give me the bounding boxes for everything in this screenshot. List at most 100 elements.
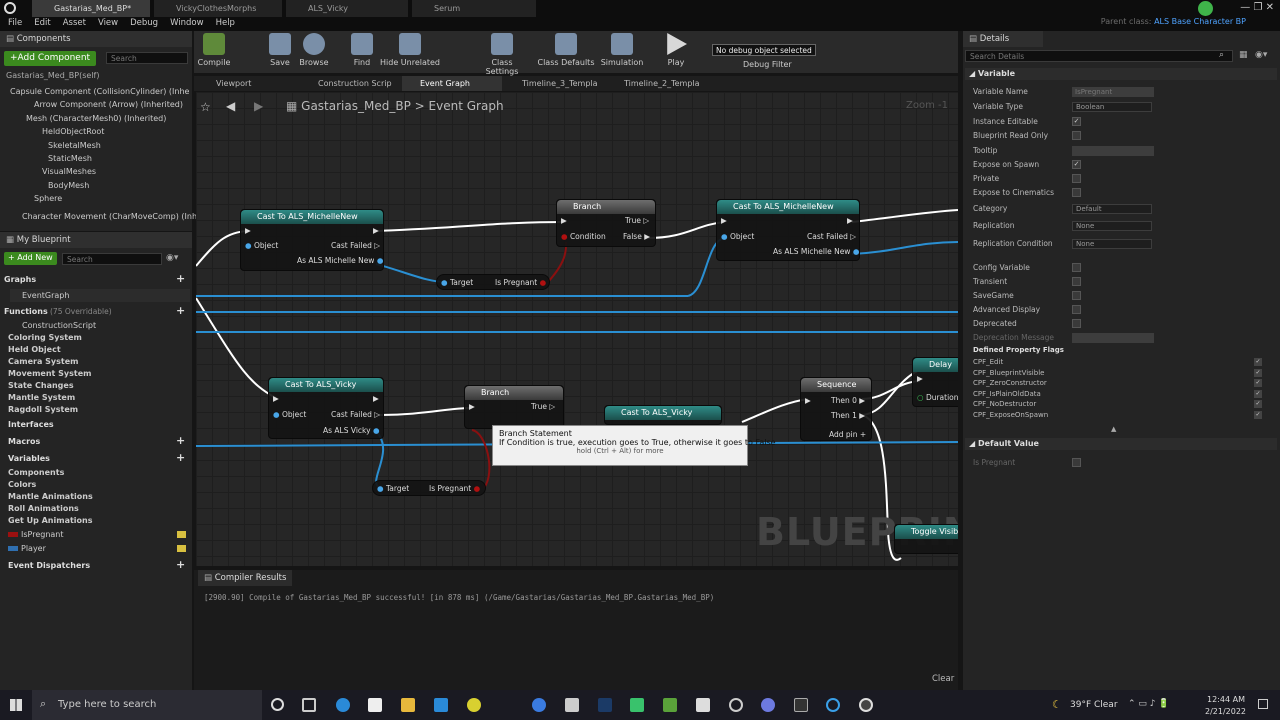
as-michelle-pin[interactable]: As ALS Michelle New ● [773, 247, 859, 256]
component-search-input[interactable]: Search [106, 52, 188, 64]
is-pregnant-pin[interactable]: Is Pregnant ● [429, 484, 480, 493]
target-pin[interactable]: ● Target [441, 278, 473, 287]
play-button[interactable]: Play [650, 33, 702, 67]
app-icon[interactable] [663, 698, 677, 712]
detail-text-field[interactable] [1072, 146, 1154, 156]
back-arrow-icon[interactable]: ◀ [226, 99, 235, 113]
list-item[interactable]: State Changes [8, 380, 96, 392]
tab-als-vicky[interactable]: ALS_Vicky [286, 0, 408, 17]
event-graph-item[interactable]: EventGraph [10, 289, 190, 303]
toggle-visibility-node[interactable]: Toggle Visibi [894, 524, 958, 554]
object-pin[interactable]: ● Object [245, 241, 278, 250]
list-item[interactable]: Mantle Animations [8, 491, 93, 503]
app-icon[interactable] [729, 698, 743, 712]
false-pin[interactable]: False ▶ [623, 232, 650, 241]
get-is-pregnant-node-2[interactable]: ● Target Is Pregnant ● [372, 480, 486, 496]
cast-michelle-node[interactable]: Cast To ALS_MichelleNew ▶ ▶ ● Object Cas… [240, 209, 384, 271]
windows-start-icon[interactable] [10, 699, 22, 711]
macros-section[interactable]: Macros [8, 436, 40, 448]
exec-in-pin[interactable]: ▶ [805, 396, 811, 405]
task-view-icon[interactable] [302, 698, 316, 712]
simulation-button[interactable]: Simulation [596, 33, 648, 67]
parent-class-link[interactable]: ALS Base Character BP [1154, 17, 1246, 26]
exec-in-pin[interactable]: ▶ [469, 402, 475, 411]
menu-file[interactable]: File [8, 18, 22, 31]
interfaces-section[interactable]: Interfaces [8, 419, 54, 431]
exec-out-pin[interactable]: ▶ [373, 226, 379, 235]
list-item[interactable]: Camera System [8, 356, 96, 368]
tree-item[interactable]: Mesh (CharacterMesh0) (Inherited) [4, 112, 202, 125]
list-item[interactable]: Ragdoll System [8, 404, 96, 416]
blueprint-search-input[interactable]: Search [62, 253, 162, 265]
tab-vicky-clothes[interactable]: VickyClothesMorphs [154, 0, 282, 17]
browser-icon[interactable] [532, 698, 546, 712]
menu-debug[interactable]: Debug [130, 18, 158, 31]
list-item[interactable]: Mantle System [8, 392, 96, 404]
exec-out-pin[interactable]: ▶ [373, 394, 379, 403]
detail-dropdown[interactable]: None [1072, 221, 1152, 231]
tree-item[interactable]: BodyMesh [4, 179, 202, 192]
cast-michelle-node-2[interactable]: Cast To ALS_MichelleNew ▶ ▶ ● Object Cas… [716, 199, 860, 261]
list-item[interactable]: Get Up Animations [8, 515, 93, 527]
add-macro-icon[interactable]: + [176, 434, 185, 447]
exec-in-pin[interactable]: ▶ [917, 374, 923, 383]
tree-item[interactable]: Capsule Component (CollisionCylinder) (I… [4, 85, 202, 98]
list-item[interactable]: Held Object [8, 344, 96, 356]
tree-item[interactable]: Sphere [4, 192, 202, 205]
variables-section[interactable]: Variables [8, 453, 50, 465]
cortana-icon[interactable] [271, 698, 284, 711]
sequence-node[interactable]: Sequence ▶ Then 0 ▶ Then 1 ▶ Add pin + [800, 377, 872, 441]
as-vicky-pin[interactable]: As ALS Vicky ● [323, 426, 380, 435]
details-search-input[interactable]: Search Details [965, 50, 1233, 62]
delay-node[interactable]: Delay ▶ ○ Duration [912, 357, 958, 407]
true-pin[interactable]: True ▷ [531, 402, 555, 411]
clock-time[interactable]: 12:44 AM [1207, 695, 1245, 704]
exec-in-pin[interactable]: ▶ [245, 226, 251, 235]
tree-item[interactable]: HeldObjectRoot [4, 125, 202, 138]
detail-checkbox[interactable] [1072, 188, 1081, 197]
detail-checkbox[interactable] [1072, 131, 1081, 140]
is-pregnant-pin[interactable]: Is Pregnant ● [495, 278, 546, 287]
photoshop-icon[interactable] [598, 698, 612, 712]
class-defaults-button[interactable]: Class Defaults [536, 33, 596, 67]
add-component-button[interactable]: +Add Component [4, 51, 97, 66]
detail-checkbox[interactable] [1072, 319, 1081, 328]
store-icon[interactable] [434, 698, 448, 712]
compiler-results-tab[interactable]: ▤ Compiler Results [198, 570, 293, 586]
unreal-taskbar-icon[interactable] [859, 698, 873, 712]
add-new-button[interactable]: + Add New [4, 252, 57, 265]
self-item[interactable]: Gastarias_Med_BP(self) [6, 69, 99, 82]
compile-button[interactable]: Compile [188, 33, 240, 67]
detail-checkbox[interactable] [1072, 305, 1081, 314]
variable-player[interactable]: Player [8, 542, 46, 555]
list-item[interactable]: Coloring System [8, 332, 96, 344]
clear-button[interactable]: Clear [932, 674, 954, 684]
object-pin[interactable]: ● Object [273, 410, 306, 419]
file-explorer-icon[interactable] [401, 698, 415, 712]
menu-help[interactable]: Help [216, 18, 235, 31]
discord-icon[interactable] [761, 698, 775, 712]
app-icon[interactable] [630, 698, 644, 712]
exec-in-pin[interactable]: ▶ [721, 216, 727, 225]
forward-arrow-icon[interactable]: ▶ [254, 99, 263, 113]
eye-open-icon[interactable] [177, 531, 186, 538]
menu-window[interactable]: Window [170, 18, 204, 31]
as-michelle-pin[interactable]: As ALS Michelle New ● [297, 256, 383, 265]
grid-view-icon[interactable]: ▦ [1239, 50, 1248, 60]
object-pin[interactable]: ● Object [721, 232, 754, 241]
detail-checkbox[interactable] [1072, 277, 1081, 286]
cast-failed-pin[interactable]: Cast Failed ▷ [331, 241, 380, 250]
add-graph-icon[interactable]: + [176, 272, 185, 285]
true-pin[interactable]: True ▷ [625, 216, 649, 225]
list-item[interactable]: Components [8, 467, 93, 479]
exec-in-pin[interactable]: ▶ [273, 394, 279, 403]
detail-dropdown[interactable]: None [1072, 239, 1152, 249]
tab-gastarias[interactable]: Gastarias_Med_BP* [32, 0, 150, 17]
tab-timeline-3[interactable]: Timeline_3_Templa [504, 76, 604, 91]
exec-out-pin[interactable]: ▶ [847, 216, 853, 225]
tree-item[interactable]: Character Movement (CharMoveComp) (Inhe [4, 210, 202, 223]
bookmark-icon[interactable]: ☆ [200, 100, 211, 114]
cast-vicky-node-2[interactable]: Cast To ALS_Vicky [604, 405, 722, 425]
functions-section[interactable]: Functions [4, 306, 48, 318]
detail-checkbox[interactable]: ✓ [1072, 117, 1081, 126]
